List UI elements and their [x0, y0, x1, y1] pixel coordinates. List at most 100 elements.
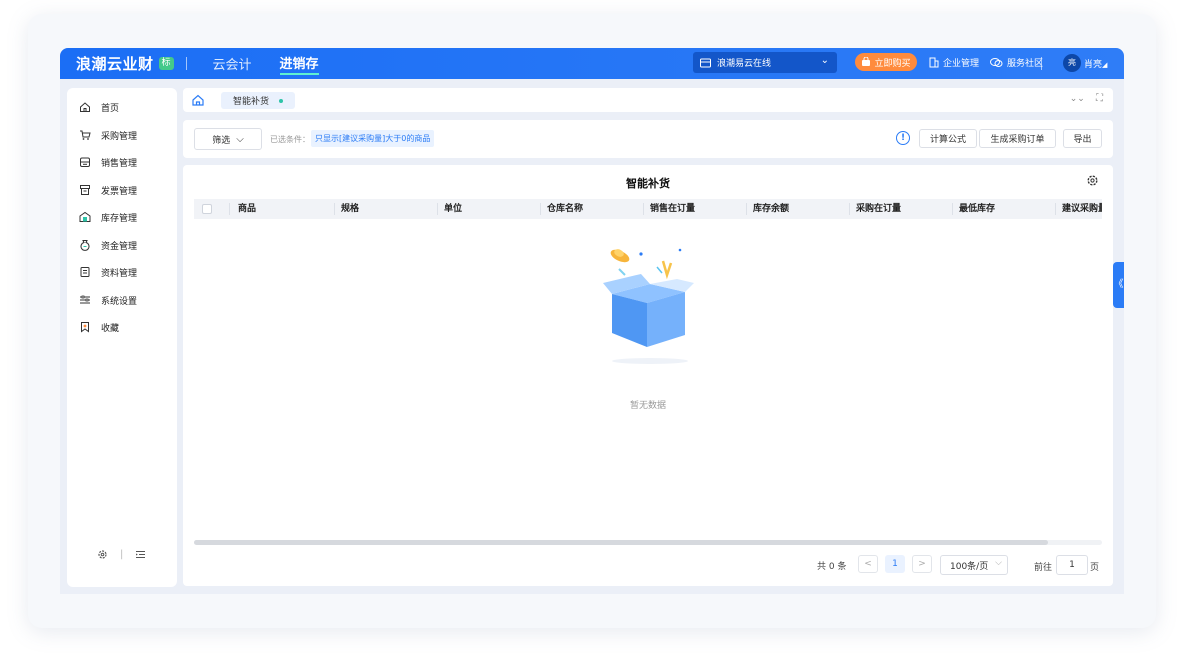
- caret-icon: ◢: [1102, 61, 1108, 69]
- fullscreen-icon[interactable]: ⛶: [1096, 93, 1103, 104]
- column-header[interactable]: 商品: [238, 199, 256, 219]
- export-button[interactable]: 导出: [1063, 129, 1102, 148]
- chevron-down-icon: ⌄: [820, 55, 829, 66]
- column-header[interactable]: 库存余额: [753, 199, 789, 219]
- edition-badge: 标: [158, 57, 174, 70]
- filter-dropdown[interactable]: 筛选 ⌵: [194, 128, 262, 150]
- sidebar-item-label: 库存管理: [101, 213, 138, 224]
- column-header[interactable]: 仓库名称: [547, 199, 583, 219]
- company-select[interactable]: 浪潮易云在线 ⌄: [693, 52, 837, 73]
- user-name-text: 肖亮: [1084, 60, 1103, 70]
- sidebar-item-label: 销售管理: [101, 158, 138, 169]
- prev-page-button[interactable]: <: [858, 555, 878, 573]
- condition-tag[interactable]: 只显示[建议采购量]大于0的商品: [311, 130, 435, 147]
- tab-bar-controls: ⌄⌄ ⛶: [1070, 93, 1103, 104]
- user-name[interactable]: 肖亮◢: [1084, 57, 1107, 70]
- main-panel: 智能补货 商品 规格 单位 仓库名称 销售在订量 库存余额 采购在订量 最低库存…: [183, 165, 1113, 586]
- filter-bar: 筛选 ⌵ 已选条件： 只显示[建议采购量]大于0的商品 ! 计算公式 生成采购订…: [183, 120, 1113, 158]
- sidebar-item-funds[interactable]: 资金管理: [79, 235, 137, 255]
- divider: [185, 57, 187, 70]
- sidebar-item-label: 发票管理: [101, 186, 138, 197]
- sidebar-item-stock[interactable]: 库存管理: [79, 207, 137, 227]
- register-icon: [80, 157, 90, 167]
- avatar[interactable]: 亮: [1063, 54, 1081, 72]
- column-divider: [229, 203, 230, 215]
- bookmark-icon: [81, 322, 89, 333]
- store-icon: [700, 58, 711, 67]
- tab-inventory[interactable]: 进销存: [279, 53, 319, 75]
- sidebar-item-label: 首页: [101, 103, 120, 114]
- brand-logo: 浪潮云业财: [76, 55, 154, 73]
- column-header[interactable]: 建议采购量: [1062, 199, 1102, 219]
- active-dot: [279, 98, 284, 103]
- sidebar-item-sales[interactable]: 销售管理: [79, 152, 137, 172]
- tab-bar: 智能补货 ⌄⌄ ⛶: [183, 88, 1113, 112]
- document-icon: [80, 267, 90, 277]
- sidebar-item-label: 系统设置: [101, 296, 138, 307]
- column-header[interactable]: 规格: [341, 199, 359, 219]
- warehouse-icon: [79, 211, 91, 222]
- table-header: 商品 规格 单位 仓库名称 销售在订量 库存余额 采购在订量 最低库存 建议采购…: [194, 199, 1102, 219]
- building-icon: [929, 57, 939, 68]
- tab-smart-replenish[interactable]: 智能补货: [221, 92, 296, 109]
- enterprise-management-label: 企业管理: [943, 59, 980, 69]
- generate-purchase-order-button[interactable]: 生成采购订单: [979, 129, 1056, 148]
- column-divider: [643, 203, 644, 215]
- next-page-button[interactable]: >: [912, 555, 932, 573]
- column-divider: [437, 203, 438, 215]
- column-header[interactable]: 单位: [444, 199, 462, 219]
- side-panel-toggle[interactable]: 《: [1113, 262, 1124, 308]
- moneybag-icon: [80, 240, 90, 251]
- total-count: 共 0 条: [817, 562, 847, 572]
- info-icon[interactable]: !: [896, 131, 910, 145]
- page-size-select[interactable]: 100条/页 ⌵: [940, 555, 1008, 575]
- tab-cloud-accounting[interactable]: 云会计: [213, 54, 252, 73]
- sidebar-item-label: 采购管理: [101, 131, 138, 142]
- column-header[interactable]: 采购在订量: [856, 199, 901, 219]
- horizontal-scrollbar[interactable]: [194, 540, 1102, 545]
- formula-label: 计算公式: [929, 135, 966, 145]
- select-all-checkbox[interactable]: [202, 204, 212, 214]
- buy-now-label: 立即购买: [874, 58, 911, 69]
- collapse-menu-icon[interactable]: [135, 549, 146, 560]
- home-icon[interactable]: [191, 93, 205, 107]
- sidebar-item-label: 资料管理: [101, 268, 138, 279]
- sidebar-item-home[interactable]: 首页: [79, 97, 119, 117]
- chat-icon: [990, 58, 1003, 67]
- sidebar-footer: |: [97, 549, 146, 560]
- invoice-icon: [80, 185, 90, 195]
- gear-icon[interactable]: [1086, 174, 1099, 187]
- empty-box-illustration: [603, 248, 694, 364]
- empty-state-text: 暂无数据: [629, 401, 666, 411]
- column-header[interactable]: 最低库存: [959, 199, 995, 219]
- divider: |: [120, 549, 124, 560]
- column-divider: [849, 203, 850, 215]
- sidebar-item-purchase[interactable]: 采购管理: [79, 125, 137, 145]
- sidebar-item-settings[interactable]: 系统设置: [79, 290, 137, 310]
- cart-icon: [862, 57, 871, 66]
- collapse-tabs-icon[interactable]: ⌄⌄: [1070, 94, 1085, 104]
- gear-icon[interactable]: [97, 549, 108, 560]
- sidebar-item-data[interactable]: 资料管理: [79, 262, 137, 282]
- page-number-current[interactable]: 1: [885, 555, 905, 573]
- formula-button[interactable]: 计算公式: [919, 129, 977, 148]
- sidebar-item-invoice[interactable]: 发票管理: [79, 180, 137, 200]
- scrollbar-thumb[interactable]: [194, 540, 1048, 545]
- column-divider: [746, 203, 747, 215]
- page-size-value: 100条/页: [950, 561, 989, 572]
- buy-now-button[interactable]: 立即购买: [855, 53, 917, 71]
- page-suffix: 页: [1090, 563, 1100, 573]
- chevron-down-icon: ⌵: [236, 133, 244, 145]
- home-icon: [80, 102, 90, 112]
- generate-order-label: 生成采购订单: [990, 135, 1045, 145]
- service-community-link[interactable]: 服务社区: [990, 56, 1043, 69]
- panel-title: 智能补货: [626, 177, 670, 190]
- cart-icon: [80, 130, 91, 140]
- divider: [1041, 57, 1042, 70]
- goto-page-input[interactable]: 1: [1056, 555, 1088, 575]
- column-divider: [1055, 203, 1056, 215]
- filter-label: 筛选: [212, 135, 231, 146]
- enterprise-management-link[interactable]: 企业管理: [928, 56, 979, 69]
- sidebar-item-favorites[interactable]: 收藏: [79, 317, 119, 337]
- column-header[interactable]: 销售在订量: [650, 199, 695, 219]
